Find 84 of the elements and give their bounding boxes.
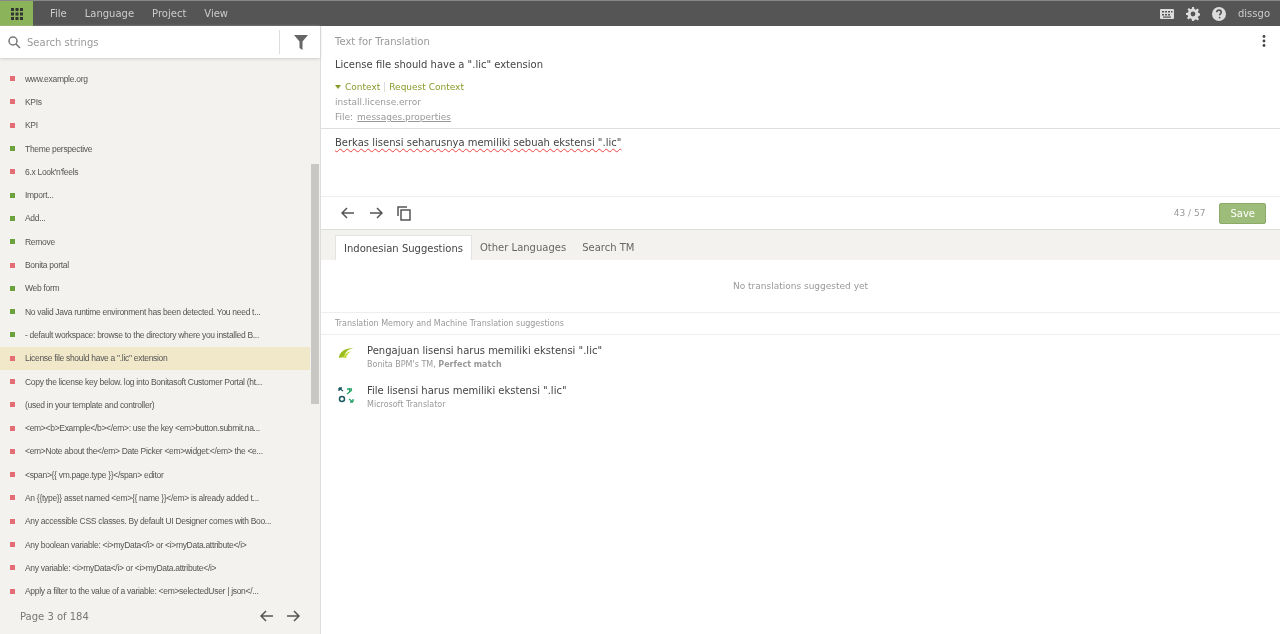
next-page-icon[interactable] <box>286 610 300 622</box>
string-text: Copy the license key below. log into Bonitasoft Customer Portal (ht... <box>25 376 262 387</box>
search-icon <box>8 35 21 49</box>
string-item[interactable]: Bonita portal <box>0 253 310 277</box>
string-text: www.example.org <box>25 73 88 84</box>
string-item[interactable]: Theme perspective <box>0 136 310 161</box>
filter-icon[interactable] <box>294 34 308 50</box>
menu-item[interactable]: View <box>195 8 238 19</box>
string-item[interactable]: Copy the license key below. log into Bonitasoft Customer Portal (ht... <box>0 369 310 394</box>
string-item[interactable]: <span>{{ vm.page.type }}</span> editor <box>0 463 310 487</box>
string-item[interactable]: Any accessible CSS classes. By default UI Designer comes with Boo... <box>0 509 310 533</box>
string-item[interactable]: <em><b>Example</b></em>: use the key <em>button.submit.na... <box>0 416 310 440</box>
section-heading: Translation Memory and Machine Translation suggestions <box>335 319 564 328</box>
string-text: <em>Note about the</em> Date Picker <em>widget:</em> the <e... <box>25 446 263 457</box>
string-item[interactable]: Import... <box>0 183 310 207</box>
string-text: KPI <box>25 120 38 131</box>
empty-message: No translations suggested yet <box>732 281 869 291</box>
string-item[interactable]: Add... <box>0 206 310 231</box>
source-text: License file should have a ".lic" extension <box>335 59 544 70</box>
next-icon[interactable] <box>369 207 383 219</box>
string-item[interactable]: An {{type}} asset named <em>{{ name }}</em> is already added t... <box>0 486 310 510</box>
suggestion-text[interactable]: Pengajuan lisensi harus memiliki ekstensi ".lic" <box>367 345 602 356</box>
file-label: File: <box>335 112 354 122</box>
suggestion-text[interactable]: File lisensi harus memiliki ekstensi ".lic" <box>367 385 567 396</box>
string-item[interactable]: Any boolean variable: <i>myData</i> or <i>myData.attribute</i> <box>0 532 310 557</box>
string-text: <em><b>Example</b></em>: use the key <em>button.submit.na... <box>25 423 260 434</box>
scrollbar-thumb[interactable] <box>311 164 319 404</box>
string-text: <span>{{ vm.page.type }}</span> editor <box>25 469 164 480</box>
user-name[interactable]: dissgo <box>1238 8 1270 19</box>
string-text: Any variable: <i>myData</i> or <i>myData.attribute</i> <box>25 562 217 573</box>
string-key: install.license.error <box>335 97 1266 107</box>
menu-item[interactable]: Project <box>143 8 196 19</box>
previous-icon[interactable] <box>341 207 355 219</box>
section-heading: Text for Translation <box>335 35 430 47</box>
character-counter: 43 / 57 <box>1173 208 1206 218</box>
string-item[interactable]: 6.x Look'n'feels <box>0 160 310 184</box>
string-item[interactable]: Remove <box>0 230 310 254</box>
string-text: An {{type}} asset named <em>{{ name }}</em> is already added t... <box>25 493 259 503</box>
string-text: License file should have a ".lic" extension <box>25 353 168 364</box>
string-item[interactable]: No valid Java runtime environment has been detected. You need t... <box>0 299 310 324</box>
string-text: Any accessible CSS classes. By default UI Designer comes with Boo... <box>25 516 272 527</box>
string-item[interactable]: License file should have a ".lic" extension <box>0 346 310 370</box>
string-text: - default workspace: browse to the directory where you installed B... <box>25 329 259 340</box>
menu-item[interactable]: Language <box>75 8 144 19</box>
suggestion-tab[interactable]: Indonesian Suggestions <box>335 235 472 260</box>
string-item[interactable]: Web form <box>0 276 310 300</box>
string-item[interactable]: Apply a filter to the value of a variable: <em>selectedUser | json</... <box>0 579 310 598</box>
string-text: KPIs <box>25 96 42 107</box>
string-item[interactable]: Any variable: <i>myData</i> or <i>myData.attribute</i> <box>0 556 310 580</box>
string-item[interactable]: <em>Note about the</em> Date Picker <em>widget:</em> the <e... <box>0 439 310 464</box>
settings-icon[interactable] <box>1186 6 1200 21</box>
string-text: Import... <box>25 190 54 201</box>
swirl-logo-icon <box>337 347 355 359</box>
apps-menu-button[interactable] <box>0 1 33 26</box>
string-item[interactable]: - default workspace: browse to the directory where you installed B... <box>0 323 310 347</box>
string-text: Web form <box>25 283 60 294</box>
string-text: Theme perspective <box>25 143 93 154</box>
help-icon[interactable] <box>1212 6 1226 21</box>
string-text: No valid Java runtime environment has been detected. You need t... <box>25 306 261 317</box>
suggestion-tab[interactable]: Other Languages <box>472 235 575 260</box>
menu-item[interactable]: File <box>41 8 76 19</box>
string-item[interactable]: KPI <box>0 113 310 137</box>
string-text: Any boolean variable: <i>myData</i> or <i>myData.attribute</i> <box>25 539 247 550</box>
page-indicator: Page 3 of 184 <box>20 610 89 622</box>
translation-field[interactable]: Berkas lisensi seharusnya memiliki sebuah ekstensi ".lic" <box>321 129 1280 197</box>
caret-icon[interactable] <box>335 85 341 89</box>
string-item[interactable]: KPIs <box>0 90 310 114</box>
keyboard-icon[interactable] <box>1160 8 1174 19</box>
suggestion-source: Bonita BPM's TM, Perfect match <box>367 360 503 369</box>
more-options-icon[interactable] <box>1262 35 1266 47</box>
suggestion-tab[interactable]: Search TM <box>574 235 643 260</box>
previous-page-icon[interactable] <box>260 610 274 622</box>
translator-icon <box>337 387 355 403</box>
suggestion-source: Microsoft Translator <box>367 400 447 409</box>
string-text: Add... <box>25 213 46 224</box>
string-text: Apply a filter to the value of a variable: <em>selectedUser | json</... <box>25 586 259 597</box>
grid-icon <box>10 7 23 20</box>
string-text: 6.x Look'n'feels <box>25 166 79 177</box>
string-text: Remove <box>25 236 55 247</box>
string-text: Bonita portal <box>25 260 69 270</box>
string-text: (used in your template and controller) <box>25 399 155 410</box>
string-item[interactable]: www.example.org <box>0 67 310 91</box>
string-item[interactable]: (used in your template and controller) <box>0 393 310 417</box>
copy-source-icon[interactable] <box>397 205 411 221</box>
